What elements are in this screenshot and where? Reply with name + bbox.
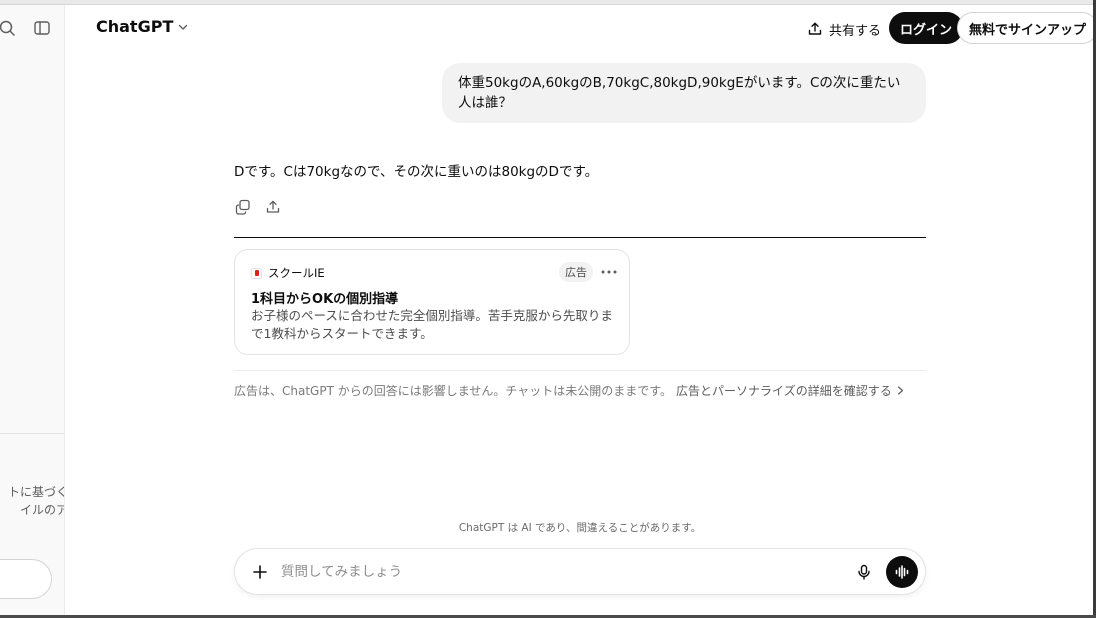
header: ChatGPT 共有する ログイン 無料でサインアップ	[66, 5, 1096, 51]
more-options-icon[interactable]	[599, 262, 619, 282]
ad-notice-text: 広告は、ChatGPT からの回答には影響しません。チャットは未公開のままです。	[234, 384, 673, 398]
model-name: ChatGPT	[96, 17, 174, 36]
share-message-icon[interactable]	[264, 198, 282, 216]
ad-brand-name: スクールIE	[268, 266, 325, 280]
message-actions	[234, 198, 282, 216]
ad-title: 1科目からOKの個別指導	[251, 292, 399, 307]
assistant-message: Dです。Cは70kgなので、その次に重いのは80kgのDです。	[234, 164, 599, 180]
microphone-icon[interactable]	[853, 561, 875, 583]
login-button[interactable]: ログイン	[889, 12, 964, 44]
sidebar-promo-text: トに基づく イルのア	[7, 485, 65, 517]
plus-icon[interactable]	[249, 561, 271, 583]
ad-details-link[interactable]: 広告とパーソナライズの詳細を確認する	[676, 382, 892, 399]
copy-icon[interactable]	[234, 198, 252, 216]
share-label: 共有する	[829, 23, 882, 39]
model-selector[interactable]: ChatGPT	[96, 17, 189, 36]
sidebar: トに基づく イルのア	[0, 5, 65, 615]
share-icon	[808, 22, 822, 35]
voice-mode-button[interactable]	[886, 556, 918, 588]
share-button[interactable]: 共有する	[799, 14, 889, 44]
sidebar-cta-button[interactable]	[0, 559, 52, 599]
ad-divider	[234, 370, 926, 371]
chevron-down-icon	[179, 24, 188, 30]
ad-brand: スクールIE	[251, 265, 325, 281]
ad-description: お子様のペースに合わせた完全個別指導。苦手克服から先取りまで1教科からスタートで…	[251, 308, 613, 341]
ad-notice: 広告は、ChatGPT からの回答には影響しません。チャットは未公開のままです。…	[234, 382, 905, 399]
ad-favicon-icon	[251, 267, 262, 279]
sidebar-toggle-icon[interactable]	[33, 19, 51, 37]
chevron-right-icon	[897, 386, 903, 395]
composer	[234, 548, 926, 595]
ad-badge: 広告	[559, 262, 593, 282]
search-icon[interactable]	[0, 19, 18, 37]
sidebar-divider	[0, 433, 64, 434]
prompt-input[interactable]	[281, 560, 841, 584]
ad-card[interactable]: スクールIE 広告 1科目からOKの個別指導 お子様のペースに合わせた完全個別指…	[234, 249, 630, 355]
user-message: 体重50kgのA,60kgのB,70kgC,80kgD,90kgEがいます。Cの…	[442, 63, 926, 123]
waveform-icon	[895, 565, 909, 579]
ai-disclaimer: ChatGPT は AI であり、間違えることがあります。	[458, 522, 702, 534]
signup-button[interactable]: 無料でサインアップ	[957, 12, 1096, 44]
message-separator	[234, 237, 926, 238]
